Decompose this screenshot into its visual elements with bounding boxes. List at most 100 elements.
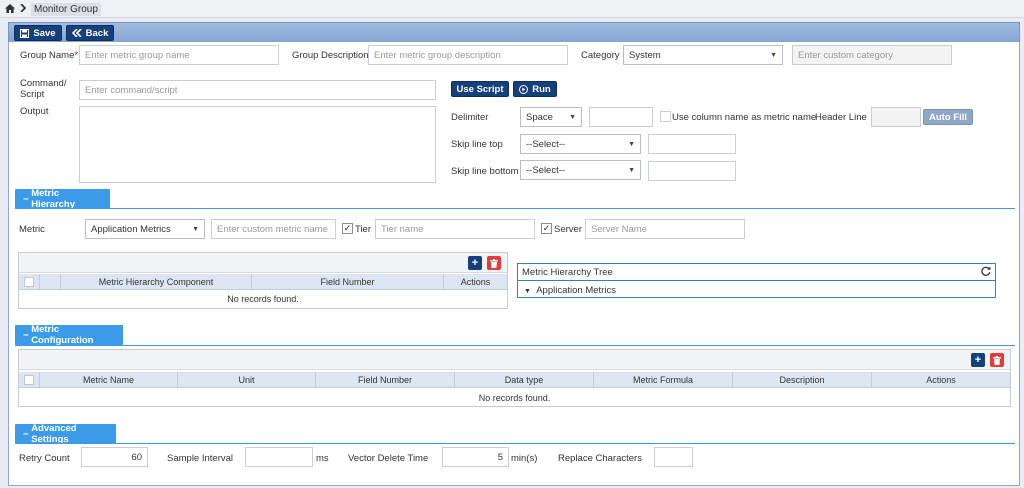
column-header: Field Number: [252, 274, 444, 289]
empty-message: No records found.: [227, 294, 299, 304]
replace-characters-label: Replace Characters: [558, 453, 642, 464]
column-header: Metric Name: [40, 372, 178, 387]
server-name-input[interactable]: Server Name: [585, 219, 745, 239]
vector-delete-time-unit: min(s): [511, 453, 538, 464]
header-line-label: Header Line: [815, 112, 867, 123]
column-header: Actions: [460, 276, 491, 287]
table-toolbar: [19, 350, 1010, 370]
output-textarea[interactable]: [79, 106, 436, 183]
caret-down-icon: ▼: [628, 166, 635, 174]
use-column-name-label: Use column name as metric name: [672, 112, 817, 123]
trash-icon[interactable]: [487, 256, 501, 270]
group-name-input[interactable]: Enter metric group name: [79, 45, 279, 65]
metric-hierarchy-table: + Metric Hierarchy Component Field Numbe…: [18, 252, 508, 309]
home-icon[interactable]: [5, 3, 15, 16]
metric-configuration-divider: [15, 345, 1015, 346]
skip-line-top-label: Skip line top: [451, 139, 503, 150]
tree-node-application-metrics[interactable]: ▼ Application Metrics: [524, 285, 616, 296]
delimiter-label: Delimiter: [451, 112, 489, 123]
add-icon[interactable]: +: [971, 353, 985, 367]
metric-label: Metric: [19, 224, 45, 235]
metric-configuration-table: + Metric Name Unit Field Number Data typ…: [18, 349, 1011, 407]
server-checkbox[interactable]: ✓: [541, 223, 552, 234]
server-label: Server: [554, 224, 582, 235]
save-button[interactable]: Save: [14, 25, 62, 41]
auto-fill-button[interactable]: Auto Fill: [923, 109, 973, 125]
replace-characters-input[interactable]: [654, 447, 693, 467]
command-input[interactable]: Enter command/script: [79, 80, 436, 100]
command-label: Command/Script: [20, 78, 67, 100]
skip-line-bottom-input[interactable]: [648, 161, 736, 181]
select-all-checkbox[interactable]: [24, 276, 34, 287]
caret-down-icon: ▼: [524, 288, 531, 295]
group-description-input[interactable]: Enter metric group description: [368, 45, 568, 65]
metric-hierarchy-divider: [15, 208, 1015, 209]
skip-line-bottom-select[interactable]: --Select-- ▼: [520, 160, 641, 180]
output-label: Output: [20, 106, 49, 117]
back-button[interactable]: Back: [66, 25, 114, 41]
minus-icon: −: [23, 329, 32, 341]
tree-title: Metric Hierarchy Tree: [522, 267, 613, 278]
skip-line-bottom-label: Skip line bottom: [451, 166, 519, 177]
column-header: Field Number: [316, 372, 455, 387]
tier-checkbox[interactable]: ✓: [342, 223, 353, 234]
use-column-name-checkbox[interactable]: [660, 111, 671, 122]
breadcrumb: Monitor Group: [5, 3, 101, 16]
vector-delete-time-label: Vector Delete Time: [348, 453, 429, 464]
delimiter-select[interactable]: Space ▼: [520, 107, 582, 127]
use-script-button[interactable]: Use Script: [451, 81, 509, 97]
column-header: Actions: [926, 374, 956, 385]
caret-down-icon: ▼: [628, 140, 635, 148]
tier-name-input[interactable]: Tier name: [375, 219, 535, 239]
table-toolbar: [19, 253, 507, 273]
metric-hierarchy-tree: Metric Hierarchy Tree ▼ Application Metr…: [517, 263, 996, 298]
trash-icon[interactable]: [990, 353, 1004, 367]
play-icon: [519, 84, 529, 94]
skip-line-top-select[interactable]: --Select-- ▼: [520, 134, 641, 154]
group-name-label: Group Name*: [20, 50, 79, 61]
metric-hierarchy-header[interactable]: − Metric Hierarchy: [15, 188, 110, 210]
back-icon: [71, 29, 82, 37]
advanced-settings-divider: [15, 443, 1015, 444]
skip-line-top-input[interactable]: [648, 134, 736, 154]
minus-icon: −: [23, 193, 32, 205]
refresh-icon[interactable]: [981, 266, 991, 279]
category-select[interactable]: System ▼: [623, 45, 783, 65]
custom-metric-input[interactable]: Enter custom metric name: [211, 219, 336, 239]
metric-select[interactable]: Application Metrics ▼: [85, 219, 205, 239]
caret-down-icon: ▼: [192, 225, 199, 233]
sample-interval-label: Sample Interval: [167, 453, 234, 464]
category-label: Category: [581, 50, 620, 61]
header-line-input[interactable]: [871, 107, 921, 127]
breadcrumb-bar: [0, 0, 1024, 18]
save-icon: [20, 28, 30, 38]
tier-label: Tier: [355, 224, 372, 235]
chevron-right-icon: [20, 3, 27, 15]
save-label: Save: [33, 27, 56, 39]
sample-interval-unit: ms: [316, 453, 329, 464]
select-all-checkbox[interactable]: [24, 374, 34, 385]
column-header: Data type: [455, 372, 594, 387]
run-button[interactable]: Run: [513, 81, 557, 97]
delimiter-custom-input[interactable]: [589, 107, 653, 127]
add-icon[interactable]: +: [468, 256, 482, 270]
retry-count-label: Retry Count: [19, 453, 70, 464]
back-label: Back: [85, 27, 109, 39]
toolbar: [8, 22, 1020, 42]
table-header: Metric Name Unit Field Number Data type …: [19, 372, 1010, 388]
column-header: Metric Formula: [594, 372, 733, 387]
column-header: Metric Hierarchy Component: [61, 274, 252, 289]
group-description-label: Group Description: [292, 50, 369, 61]
retry-count-input[interactable]: 60: [81, 447, 148, 467]
minus-icon: −: [23, 428, 32, 440]
caret-down-icon: ▼: [569, 113, 576, 121]
empty-message: No records found.: [478, 393, 551, 403]
breadcrumb-current: Monitor Group: [31, 3, 101, 16]
vector-delete-time-input[interactable]: 5: [442, 447, 509, 467]
caret-down-icon: ▼: [770, 51, 777, 59]
sample-interval-input[interactable]: [245, 447, 313, 467]
custom-category-input[interactable]: Enter custom category: [792, 45, 952, 65]
table-header: Metric Hierarchy Component Field Number …: [19, 274, 507, 290]
metric-configuration-header[interactable]: − Metric Configuration: [15, 324, 123, 346]
advanced-settings-header[interactable]: − Advanced Settings: [15, 423, 116, 445]
